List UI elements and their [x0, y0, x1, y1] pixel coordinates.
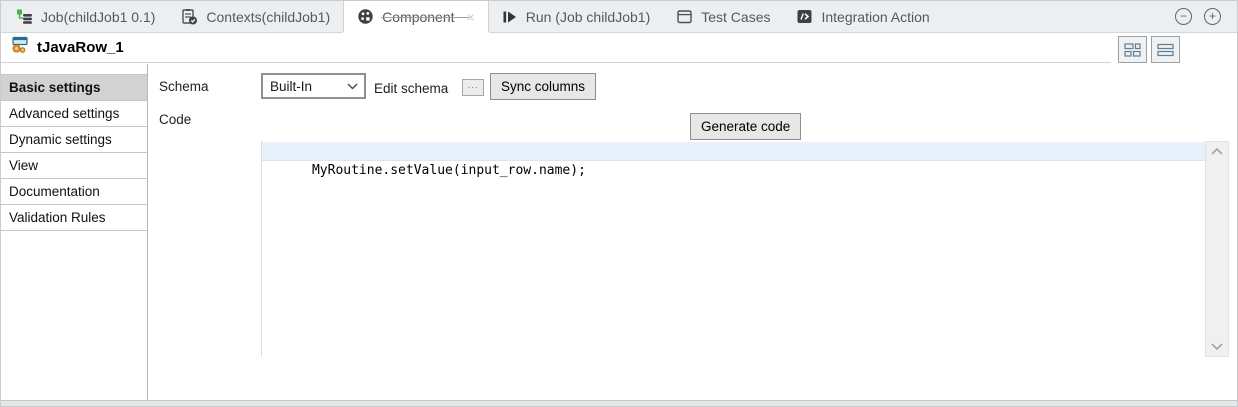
scroll-up-icon[interactable] [1211, 148, 1223, 155]
tjavarow-icon [10, 36, 30, 59]
chevron-down-icon [347, 83, 358, 90]
code-label: Code [159, 112, 191, 127]
tab-component[interactable]: Component × [343, 1, 489, 32]
component-header: tJavaRow_1 [1, 33, 1237, 64]
maximize-view-button[interactable]: + [1204, 8, 1221, 25]
tab-label: Test Cases [701, 9, 770, 25]
contexts-icon [181, 8, 198, 25]
code-text: MyRoutine.setValue(input_row.name); [312, 163, 586, 178]
job-icon [16, 8, 33, 25]
sidebar-item-documentation[interactable]: Documentation [1, 179, 147, 205]
sidebar-item-advanced-settings[interactable]: Advanced settings [1, 101, 147, 127]
tab-label: Integration Action [821, 9, 929, 25]
layout-rows-button[interactable] [1151, 36, 1180, 63]
component-icon [357, 8, 374, 25]
layout-toggle-buttons [1118, 36, 1180, 63]
tab-job[interactable]: Job(childJob1 0.1) [3, 1, 168, 32]
tab-contexts[interactable]: Contexts(childJob1) [168, 1, 343, 32]
code-editor[interactable]: MyRoutine.setValue(input_row.name); [261, 141, 1205, 357]
tab-test-cases[interactable]: Test Cases [663, 1, 783, 32]
bottom-scroll-strip [1, 400, 1237, 406]
sync-columns-button[interactable]: Sync columns [490, 73, 596, 100]
view-tabbar: Job(childJob1 0.1) Contexts(childJob1) [1, 1, 1237, 33]
view-window-controls: − + [1175, 1, 1237, 32]
sidebar-item-dynamic-settings[interactable]: Dynamic settings [1, 127, 147, 153]
editor-scrollbar[interactable] [1205, 141, 1229, 357]
scroll-down-icon[interactable] [1211, 343, 1223, 350]
tab-integration-action[interactable]: Integration Action [783, 1, 942, 32]
sidebar-item-basic-settings[interactable]: Basic settings [1, 75, 147, 101]
schema-type-value: Built-In [270, 79, 312, 94]
tab-run[interactable]: Run (Job childJob1) [489, 1, 664, 32]
layout-grid-button[interactable] [1118, 36, 1147, 63]
tab-label: Run (Job childJob1) [526, 9, 651, 25]
settings-sidebar: Basic settings Advanced settings Dynamic… [1, 64, 148, 403]
schema-type-select[interactable]: Built-In [261, 73, 366, 99]
minimize-view-button[interactable]: − [1175, 8, 1192, 25]
edit-schema-button[interactable]: ··· [462, 79, 484, 96]
page-title: tJavaRow_1 [37, 39, 124, 56]
tab-label: Contexts(childJob1) [206, 9, 330, 25]
schema-label: Schema [159, 79, 209, 94]
sidebar-item-view[interactable]: View [1, 153, 147, 179]
tab-label: Component [382, 9, 454, 25]
test-cases-icon [676, 8, 693, 25]
edit-schema-label: Edit schema [374, 81, 448, 96]
tab-label: Job(childJob1 0.1) [41, 9, 155, 25]
component-view: Job(childJob1 0.1) Contexts(childJob1) [0, 0, 1238, 407]
integration-action-icon [796, 8, 813, 25]
generate-code-button[interactable]: Generate code [690, 113, 801, 140]
run-icon [502, 9, 518, 25]
code-editor-current-line: MyRoutine.setValue(input_row.name); [262, 142, 1205, 161]
header-divider: tJavaRow_1 [1, 33, 1111, 63]
sidebar-item-validation-rules[interactable]: Validation Rules [1, 205, 147, 231]
